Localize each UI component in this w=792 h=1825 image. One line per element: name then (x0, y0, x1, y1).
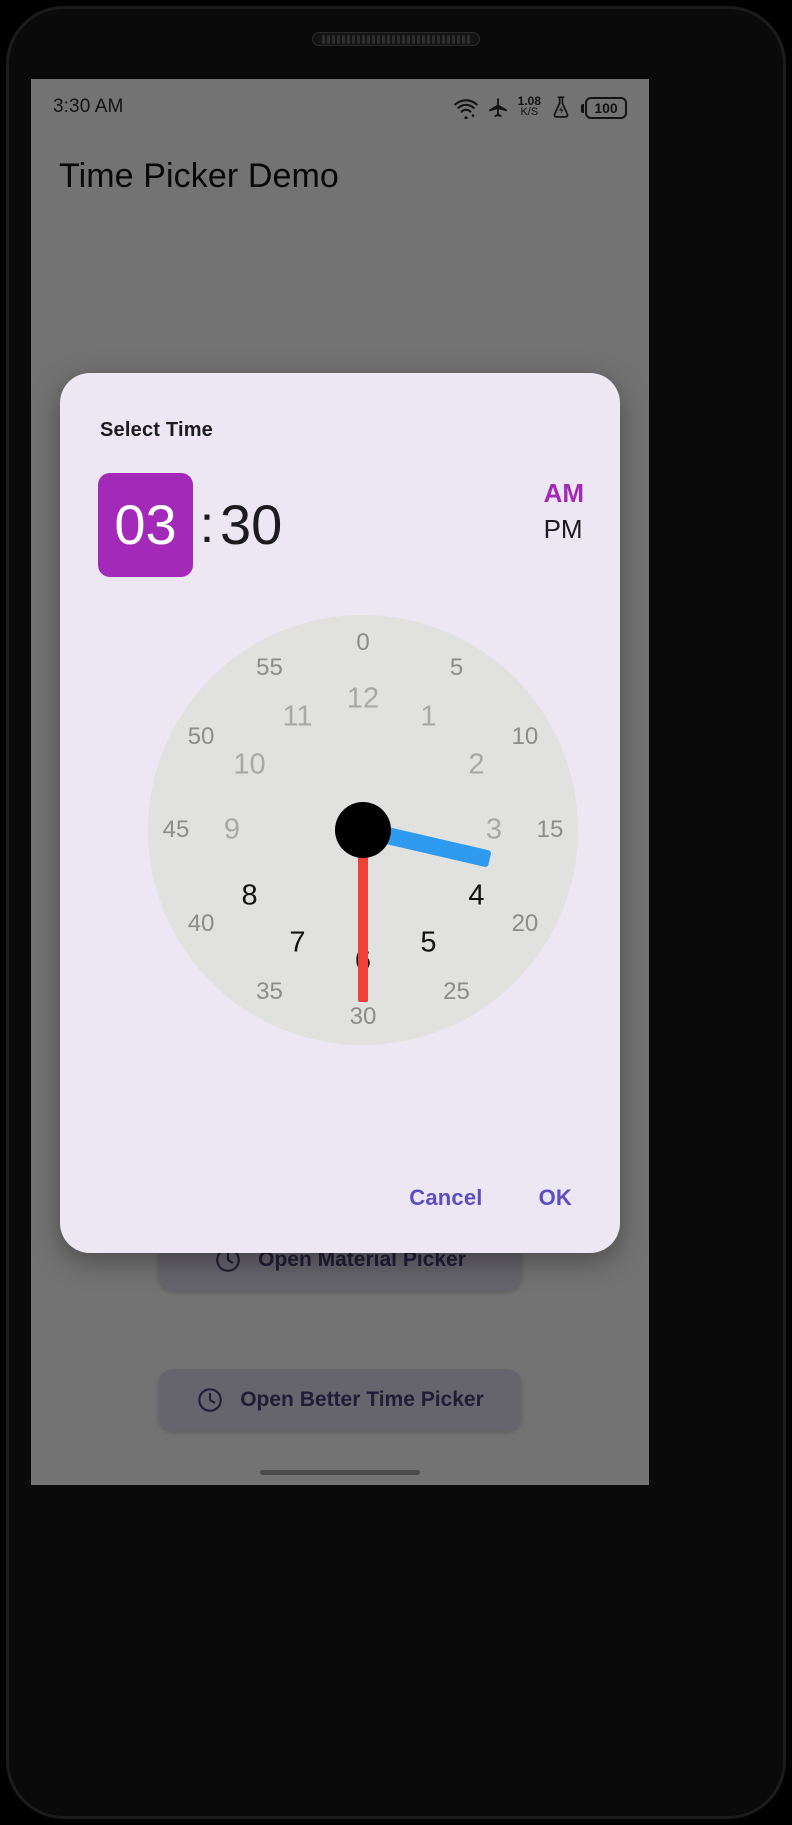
time-picker-dialog: Select Time 03 : 30 AM PM 0 5 10 15 20 25 30 35… (60, 373, 620, 1253)
minute-label-50[interactable]: 50 (188, 723, 215, 751)
phone-frame: 3:30 AM (0, 0, 792, 1825)
hour-label-1[interactable]: 1 (420, 700, 436, 733)
dialog-title: Select Time (100, 419, 214, 441)
nav-gesture-bar[interactable] (260, 1470, 420, 1475)
dialog-actions: Cancel OK (399, 1177, 582, 1219)
minute-input-field[interactable]: 30 (220, 473, 282, 577)
hour-label-2[interactable]: 2 (468, 748, 484, 781)
time-display-row: 03 : 30 AM PM (98, 473, 584, 579)
minute-label-0[interactable]: 0 (356, 629, 369, 657)
cancel-button[interactable]: Cancel (399, 1177, 492, 1219)
minute-label-30[interactable]: 30 (350, 1003, 377, 1031)
minute-label-15[interactable]: 15 (537, 816, 564, 844)
ok-button[interactable]: OK (529, 1177, 582, 1219)
hour-label-5[interactable]: 5 (420, 927, 436, 960)
hour-label-11[interactable]: 11 (282, 700, 312, 733)
hour-input-field[interactable]: 03 (98, 473, 193, 577)
period-option-am[interactable]: AM (544, 478, 584, 509)
minute-label-35[interactable]: 35 (256, 978, 283, 1006)
hour-label-10[interactable]: 10 (233, 748, 265, 781)
hour-label-12[interactable]: 12 (347, 683, 379, 716)
period-option-pm[interactable]: PM (544, 514, 583, 545)
minute-label-5[interactable]: 5 (450, 654, 463, 682)
speaker-grill (312, 32, 480, 46)
clock-dial[interactable]: 0510152025303540455055 121234567891011 (148, 615, 578, 1045)
dial-center-dot (335, 802, 391, 858)
minute-label-55[interactable]: 55 (256, 654, 283, 682)
minute-label-25[interactable]: 25 (443, 978, 470, 1006)
hour-label-8[interactable]: 8 (241, 879, 257, 912)
hour-label-3[interactable]: 3 (486, 814, 502, 847)
minute-label-10[interactable]: 10 (512, 723, 539, 751)
hour-label-7[interactable]: 7 (289, 927, 305, 960)
minute-label-45[interactable]: 45 (163, 816, 190, 844)
hour-label-4[interactable]: 4 (468, 879, 484, 912)
time-separator: : (199, 496, 215, 554)
minute-label-40[interactable]: 40 (188, 910, 215, 938)
phone-screen: 3:30 AM (31, 79, 649, 1485)
minute-label-20[interactable]: 20 (512, 910, 539, 938)
hour-label-9[interactable]: 9 (224, 814, 240, 847)
am-pm-toggle: AM PM (544, 478, 584, 545)
